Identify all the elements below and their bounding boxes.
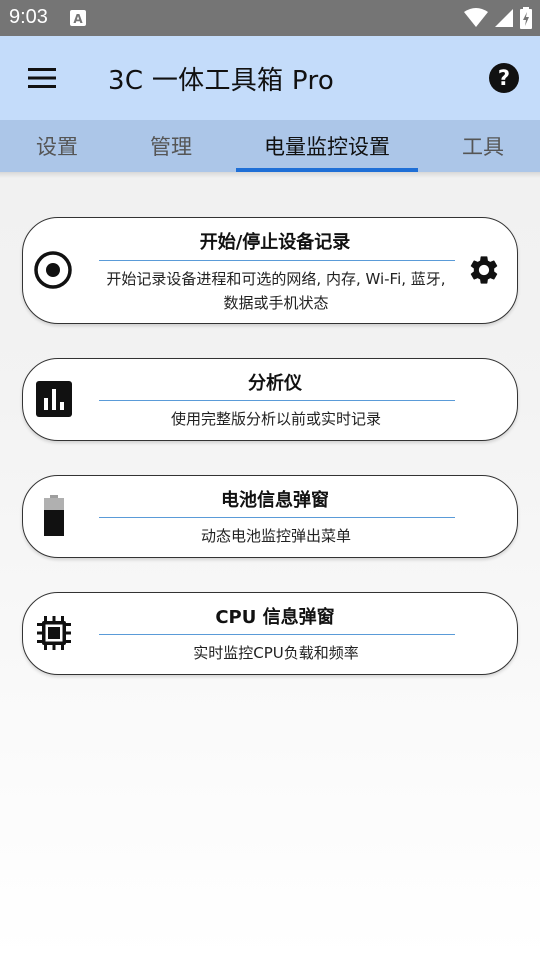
tab-tools[interactable]: 工具 <box>426 120 540 172</box>
status-time: 9:03 <box>9 6 48 28</box>
card-description-line: 数据或手机状态 <box>223 294 329 312</box>
card-divider <box>99 517 455 518</box>
card-start-stop-recording[interactable]: 开始/停止设备记录 开始记录设备进程和可选的网络, 内存, Wi-Fi, 蓝牙,… <box>22 217 518 324</box>
menu-icon[interactable] <box>22 58 62 98</box>
help-icon[interactable]: ? <box>488 62 520 94</box>
accessibility-notification-icon: A <box>70 10 86 26</box>
status-icons <box>464 6 532 30</box>
card-description: 动态电池监控弹出菜单 <box>200 527 351 545</box>
app-bar: 3C 一体工具箱 Pro ? <box>0 36 540 120</box>
card-cpu-popup[interactable]: CPU 信息弹窗 实时监控CPU负载和频率 <box>22 592 518 675</box>
card-analyzer[interactable]: 分析仪 使用完整版分析以前或实时记录 <box>22 358 518 441</box>
tab-bar: 设置 管理 电量监控设置 工具 <box>0 120 540 172</box>
card-title: 电池信息弹窗 <box>221 490 329 511</box>
svg-text:A: A <box>73 12 83 26</box>
card-description-line: 开始记录设备进程和可选的网络, 内存, Wi-Fi, 蓝牙, <box>106 270 446 288</box>
card-description: 使用完整版分析以前或实时记录 <box>170 410 381 428</box>
wifi-icon <box>464 8 488 27</box>
card-title: 分析仪 <box>248 373 302 394</box>
tab-settings[interactable]: 设置 <box>0 120 114 172</box>
app-title: 3C 一体工具箱 Pro <box>108 66 335 96</box>
card-title: 开始/停止设备记录 <box>199 232 351 253</box>
bar-chart-icon <box>36 381 72 417</box>
card-battery-popup[interactable]: 电池信息弹窗 动态电池监控弹出菜单 <box>22 475 518 558</box>
record-icon <box>34 251 72 289</box>
svg-text:?: ? <box>498 66 510 90</box>
battery-icon <box>44 495 64 536</box>
card-divider <box>99 260 455 261</box>
card-description: 实时监控CPU负载和频率 <box>193 644 359 662</box>
card-title: CPU 信息弹窗 <box>215 607 335 628</box>
card-divider <box>99 634 455 635</box>
cpu-chip-icon <box>37 616 71 650</box>
tab-battery-monitor-settings[interactable]: 电量监控设置 <box>236 120 418 172</box>
card-description: 开始记录设备进程和可选的网络, 内存, Wi-Fi, 蓝牙, 数据或手机状态 <box>91 267 461 315</box>
status-bar: 9:03 A <box>0 0 540 36</box>
cellular-signal-icon <box>495 9 513 27</box>
battery-charging-icon <box>520 7 532 29</box>
gear-icon[interactable] <box>467 253 501 287</box>
card-divider <box>99 400 455 401</box>
tab-bar-shadow <box>0 172 540 178</box>
tab-manage[interactable]: 管理 <box>114 120 228 172</box>
